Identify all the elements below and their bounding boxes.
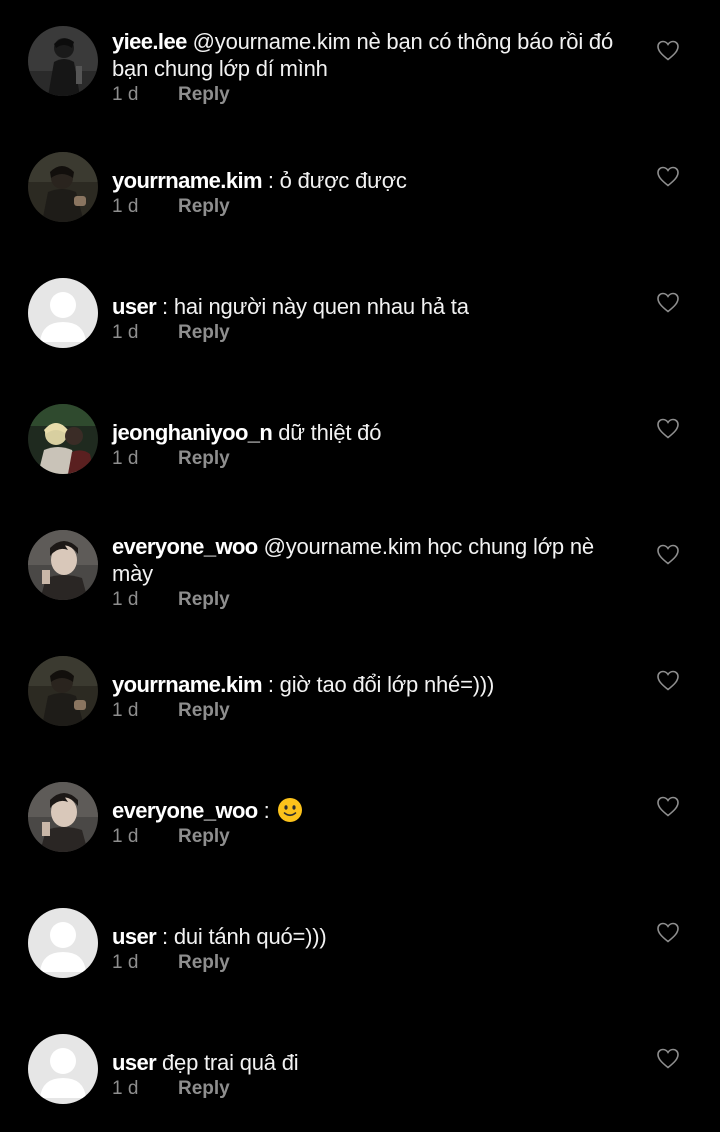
comment-text: everyone_woo @yourname.kim học chung lớp… (112, 533, 632, 587)
username[interactable]: user (112, 1050, 157, 1075)
avatar[interactable] (28, 152, 98, 222)
reply-button[interactable]: Reply (178, 824, 230, 850)
heart-icon[interactable] (656, 669, 680, 691)
reply-button[interactable]: Reply (178, 446, 230, 472)
comment-message: đẹp trai quâ đi (162, 1050, 299, 1075)
heart-icon[interactable] (656, 921, 680, 943)
heart-icon[interactable] (656, 1047, 680, 1069)
username[interactable]: yiee.lee (112, 29, 187, 54)
heart-icon[interactable] (656, 291, 680, 313)
comment-text: user : hai người này quen nhau hả ta (112, 293, 632, 320)
avatar[interactable] (28, 530, 98, 600)
avatar[interactable] (28, 26, 98, 96)
reply-button[interactable]: Reply (178, 698, 230, 724)
heart-icon[interactable] (656, 417, 680, 439)
comment-time: 1 d (112, 700, 139, 721)
reply-button[interactable]: Reply (178, 320, 230, 346)
comment-time: 1 d (112, 826, 139, 847)
heart-icon[interactable] (656, 543, 680, 565)
username[interactable]: user (112, 294, 157, 319)
avatar[interactable] (28, 782, 98, 852)
avatar[interactable] (28, 1034, 98, 1104)
comment-message: : hai người này quen nhau hả ta (162, 294, 469, 319)
comment-message: : dui tánh quó=))) (162, 924, 327, 949)
heart-icon[interactable] (656, 39, 680, 61)
heart-icon[interactable] (656, 795, 680, 817)
comment-message: : giờ tao đổi lớp nhé=))) (267, 672, 495, 697)
avatar[interactable] (28, 278, 98, 348)
comment-message: : ỏ được được (267, 168, 407, 193)
reply-button[interactable]: Reply (178, 587, 230, 613)
username[interactable]: yourrname.kim (112, 168, 263, 193)
reply-button[interactable]: Reply (178, 1076, 230, 1102)
comment-time: 1 d (112, 1078, 139, 1099)
username[interactable]: yourrname.kim (112, 672, 263, 697)
comment-text: user đẹp trai quâ đi (112, 1049, 632, 1076)
comment-time: 1 d (112, 589, 139, 610)
comment-time: 1 d (112, 448, 139, 469)
comment-time: 1 d (112, 84, 139, 105)
comment-time: 1 d (112, 322, 139, 343)
comment-time: 1 d (112, 196, 139, 217)
username[interactable]: user (112, 924, 157, 949)
username[interactable]: everyone_woo (112, 534, 258, 559)
comment-time: 1 d (112, 952, 139, 973)
username[interactable]: jeonghaniyoo_n (112, 420, 273, 445)
comment-message: : (263, 798, 270, 823)
comment-text: jeonghaniyoo_n dữ thiệt đó (112, 419, 632, 446)
comment-text: yiee.lee @yourname.kim nè bạn có thông b… (112, 28, 632, 82)
comment-text: yourrname.kim : ỏ được được (112, 167, 632, 194)
reply-button[interactable]: Reply (178, 194, 230, 220)
reply-button[interactable]: Reply (178, 950, 230, 976)
avatar[interactable] (28, 908, 98, 978)
heart-icon[interactable] (656, 165, 680, 187)
comment-text: user : dui tánh quó=))) (112, 923, 632, 950)
slightly-smiling-face-emoji (278, 798, 303, 822)
comment-message: @yourname.kim nè bạn có thông báo rồi đó… (112, 29, 614, 81)
comment-message: dữ thiệt đó (278, 420, 382, 445)
username[interactable]: everyone_woo (112, 798, 258, 823)
reply-button[interactable]: Reply (178, 82, 230, 108)
comment-text: yourrname.kim : giờ tao đổi lớp nhé=))) (112, 671, 632, 698)
avatar[interactable] (28, 404, 98, 474)
comment-text: everyone_woo : (112, 797, 632, 824)
avatar[interactable] (28, 656, 98, 726)
